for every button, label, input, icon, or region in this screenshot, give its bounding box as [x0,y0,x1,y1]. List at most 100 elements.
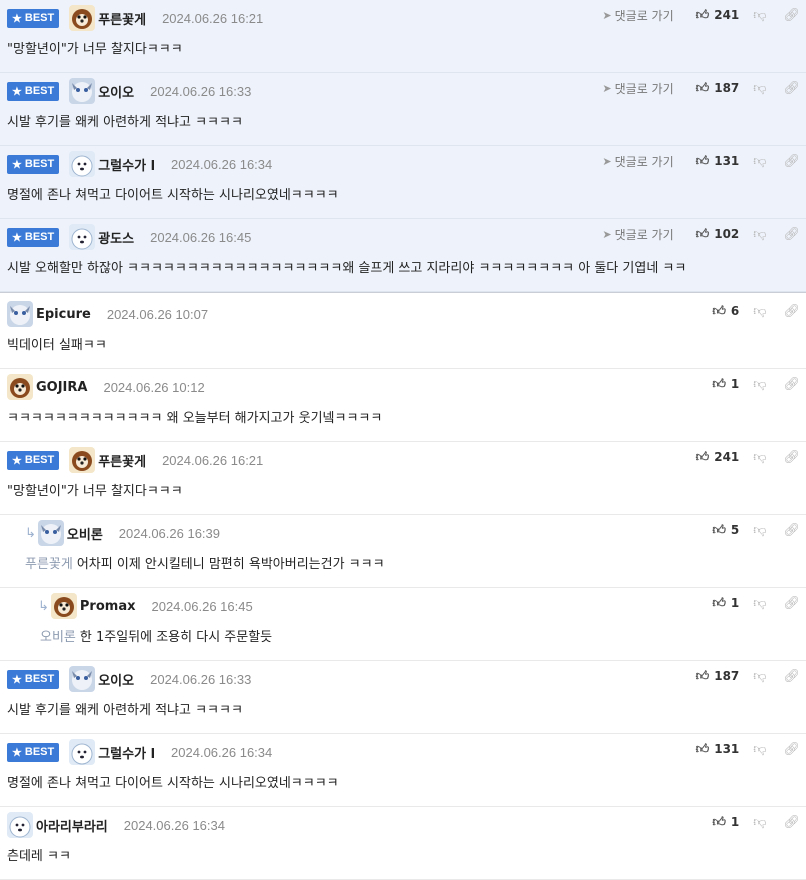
like-button[interactable]: 👍︎ 131 [696,742,740,757]
thumbs-up-icon: 👍︎ [712,814,726,830]
reply-arrow-icon: ↳ [25,525,36,541]
nickname[interactable]: 광도스 [98,228,134,247]
link-icon[interactable]: 🔗︎ [783,815,800,830]
cat-avatar[interactable] [69,78,96,104]
goto-comment-link[interactable]: ➤ 댓글로 가기 [602,153,673,170]
like-button[interactable]: 👍︎ 102 [696,227,740,242]
like-button[interactable]: 👍︎ 1 [712,596,739,611]
polar-avatar[interactable] [69,151,96,177]
cat-avatar[interactable] [7,301,33,327]
thumbs-down-icon[interactable]: 👎︎ [753,815,766,830]
thumbs-down-icon[interactable]: 👎︎ [753,669,766,684]
goto-comment-link[interactable]: ➤ 댓글로 가기 [602,7,673,24]
thumbs-down-icon[interactable]: 👎︎ [753,8,766,23]
timestamp: 2024.06.26 16:34 [171,156,273,172]
cat-avatar[interactable] [37,520,64,546]
thumbs-down-icon[interactable]: 👎︎ [753,450,766,465]
like-button[interactable]: 👍︎ 1 [712,377,739,392]
thumbs-up-icon: 👍︎ [712,595,726,611]
like-button[interactable]: 👍︎ 5 [712,523,739,538]
thumbs-up-icon: 👍︎ [712,522,726,538]
like-button[interactable]: 👍︎ 6 [712,304,739,319]
goto-comment-link[interactable]: ➤ 댓글로 가기 [602,226,673,243]
thumbs-down-icon[interactable]: 👎︎ [753,596,766,611]
thumbs-down-icon[interactable]: 👎︎ [753,377,766,392]
nickname[interactable]: 푸른꽃게 [98,9,146,28]
thumbs-down-icon[interactable]: 👎︎ [753,227,766,242]
thumbs-down-icon[interactable]: 👎︎ [753,81,766,96]
star-icon: ★ [12,673,22,686]
comment-text: 츤데레 ㅋㅋ [7,849,71,864]
comment: GOJIRA 2024.06.26 10:12 👍︎ 1 👎︎ 🔗︎ ㅋㅋㅋㅋㅋㅋ… [0,369,806,442]
star-icon: ★ [12,454,22,467]
timestamp: 2024.06.26 16:21 [162,452,264,468]
best-comment: ★ BEST 푸른꽃게 2024.06.26 16:21 ➤ 댓글로 가기 👍︎ 24… [0,0,806,73]
nickname[interactable]: 오이오 [98,670,134,689]
thumbs-up-icon: 👍︎ [695,741,710,757]
dog-avatar[interactable] [7,374,33,400]
star-icon: ★ [12,12,22,25]
like-button[interactable]: 👍︎ 241 [696,8,740,23]
send-arrow-icon: ➤ [602,227,612,241]
nickname[interactable]: Promax [80,599,136,614]
star-icon: ★ [12,746,22,759]
polar-avatar[interactable] [69,739,96,765]
link-icon[interactable]: 🔗︎ [783,742,800,757]
comment-text: 명절에 존나 쳐먹고 다이어트 시작하는 시나리오였네ㅋㅋㅋㅋ [7,776,339,791]
thumbs-down-icon[interactable]: 👎︎ [753,742,766,757]
comment-text: "망할년이"가 너무 찰지다ㅋㅋㅋ [7,484,183,499]
like-button[interactable]: 👍︎ 1 [712,815,739,830]
like-button[interactable]: 👍︎ 187 [696,669,740,684]
goto-comment-link[interactable]: ➤ 댓글로 가기 [602,80,673,97]
link-icon[interactable]: 🔗︎ [783,154,800,169]
link-icon[interactable]: 🔗︎ [783,596,800,611]
nickname[interactable]: GOJIRA [36,380,87,395]
send-arrow-icon: ➤ [602,8,612,22]
link-icon[interactable]: 🔗︎ [783,523,800,538]
comment: 아라리부라리 2024.06.26 16:34 👍︎ 1 👎︎ 🔗︎ 츤데레 ㅋㅋ [0,807,806,880]
thumbs-down-icon[interactable]: 👎︎ [753,154,766,169]
thumbs-down-icon[interactable]: 👎︎ [753,304,766,319]
nickname[interactable]: 푸른꽃게 [98,451,146,470]
nickname[interactable]: 그럴수가 l [98,155,155,174]
link-icon[interactable]: 🔗︎ [783,669,800,684]
link-icon[interactable]: 🔗︎ [783,450,800,465]
dog-avatar[interactable] [50,593,77,619]
link-icon[interactable]: 🔗︎ [783,304,800,319]
comment-text: 푸른꽃게 어차피 이제 안시킬테니 맘편히 욕박아버리는건가 ㅋㅋㅋ [25,557,385,572]
like-button[interactable]: 👍︎ 131 [696,154,740,169]
nickname[interactable]: 그럴수가 l [98,743,155,762]
polar-avatar[interactable] [7,812,33,838]
reply-arrow-icon: ↳ [38,598,49,614]
link-icon[interactable]: 🔗︎ [783,227,800,242]
comment-text: 빅데이터 실패ㅋㅋ [7,338,107,353]
link-icon[interactable]: 🔗︎ [783,377,800,392]
timestamp: 2024.06.26 16:45 [151,598,253,614]
nickname[interactable]: 아라리부라리 [36,816,108,835]
polar-avatar[interactable] [69,224,96,250]
timestamp: 2024.06.26 16:33 [150,671,252,687]
thumbs-down-icon[interactable]: 👎︎ [753,523,766,538]
comment-text: 시발 오해할만 하잖아 ㅋㅋㅋㅋㅋㅋㅋㅋㅋㅋㅋㅋㅋㅋㅋㅋㅋㅋ왜 슬프게 쓰고 지… [7,261,687,276]
best-badge: ★ BEST [7,154,60,174]
dog-avatar[interactable] [69,447,96,473]
timestamp: 2024.06.26 10:07 [106,306,209,322]
like-button[interactable]: 👍︎ 187 [696,81,740,96]
link-icon[interactable]: 🔗︎ [783,8,800,23]
link-icon[interactable]: 🔗︎ [783,81,800,96]
star-icon: ★ [12,231,22,244]
like-button[interactable]: 👍︎ 241 [696,450,740,465]
reply-target-nick[interactable]: 오비론 [40,630,76,645]
cat-avatar[interactable] [69,666,96,692]
reply-comment: ↳ 오비론 2024.06.26 16:39 👍︎ 5 👎︎ 🔗︎ 푸른꽃게 어차피… [0,515,806,588]
nickname[interactable]: 오이오 [98,82,134,101]
timestamp: 2024.06.26 10:12 [103,379,205,395]
timestamp: 2024.06.26 16:33 [150,83,252,99]
nickname[interactable]: Epicure [36,307,91,322]
thumbs-up-icon: 👍︎ [695,7,710,23]
dog-avatar[interactable] [69,5,96,31]
nickname[interactable]: 오비론 [67,524,103,543]
comment-text: 시발 후기를 왜케 아련하게 적냐고 ㅋㅋㅋㅋ [7,115,243,130]
star-icon: ★ [12,85,22,98]
reply-target-nick[interactable]: 푸른꽃게 [25,557,73,572]
